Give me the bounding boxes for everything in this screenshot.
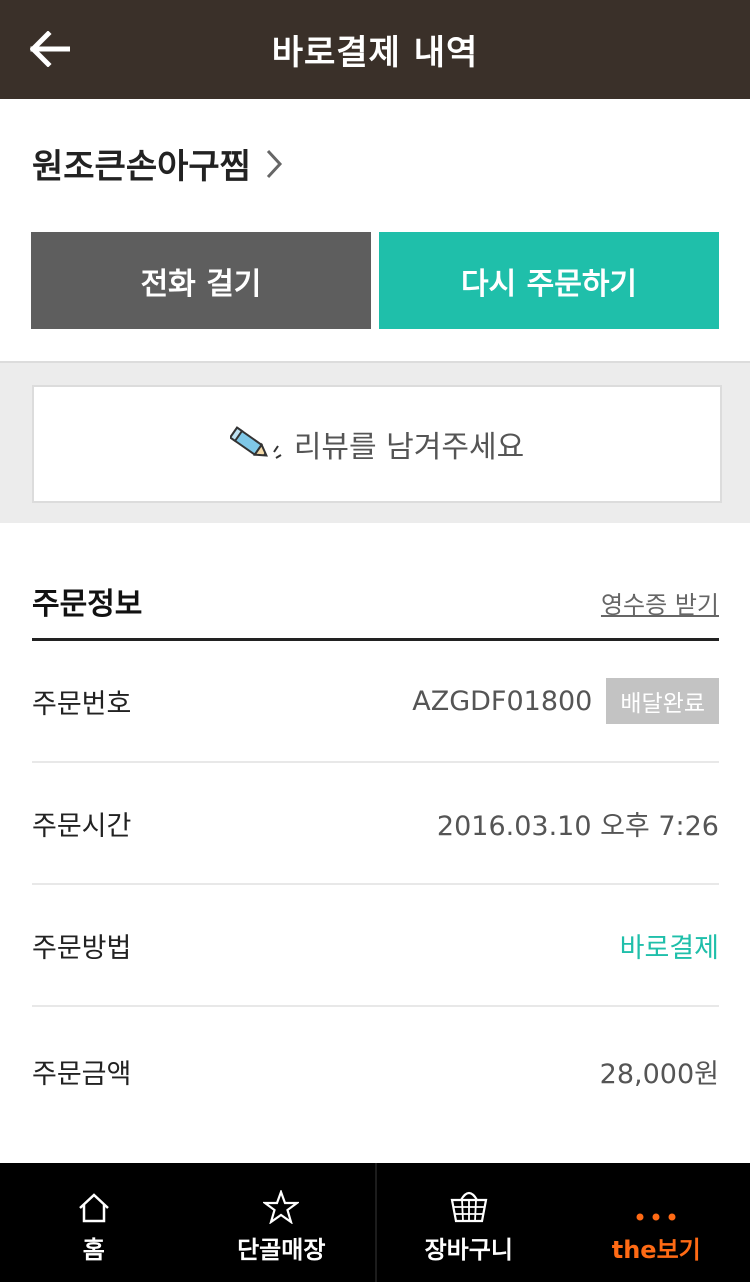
status-badge: 배달완료 xyxy=(606,678,719,724)
pencil-icon xyxy=(229,424,282,464)
nav-more[interactable]: the보기 xyxy=(563,1163,750,1282)
order-number-value-wrap: AZGDF01800 배달완료 xyxy=(412,678,719,724)
order-number-row: 주문번호 AZGDF01800 배달완료 xyxy=(32,641,719,763)
order-number-label: 주문번호 xyxy=(32,688,132,720)
order-number-value: AZGDF01800 xyxy=(412,685,593,717)
nav-favorites-label: 단골매장 xyxy=(237,1236,326,1264)
basket-icon xyxy=(449,1180,489,1224)
order-info-section: 주문정보 영수증 받기 주문번호 AZGDF01800 배달완료 주문시간 20… xyxy=(0,523,750,1163)
store-section: 원조큰손아구찜 전화 걸기 다시 주문하기 xyxy=(0,99,750,361)
receipt-link[interactable]: 영수증 받기 xyxy=(601,585,719,620)
review-section: 리뷰를 남겨주세요 xyxy=(0,361,750,523)
order-amount-label: 주문금액 xyxy=(32,1058,132,1090)
top-bar: 바로결제 내역 xyxy=(0,0,750,99)
order-amount-row: 주문금액 28,000원 xyxy=(32,1010,719,1132)
nav-home-label: 홈 xyxy=(82,1236,105,1264)
app-root: 바로결제 내역 원조큰손아구찜 전화 걸기 다시 주문하기 리뷰를 남겨주세요 … xyxy=(0,0,750,1282)
order-time-value: 2016.03.10 오후 7:26 xyxy=(436,810,719,842)
order-time-label: 주문시간 xyxy=(32,810,132,842)
star-icon xyxy=(263,1180,300,1224)
nav-favorites[interactable]: 단골매장 xyxy=(188,1163,376,1282)
bottom-nav: 홈 단골매장 장바구니 the보기 xyxy=(0,1163,750,1282)
arrow-left-icon xyxy=(30,31,70,67)
reorder-button[interactable]: 다시 주문하기 xyxy=(379,232,719,329)
store-name: 원조큰손아구찜 xyxy=(32,147,251,187)
order-info-title: 주문정보 xyxy=(32,587,143,622)
order-method-row: 주문방법 바로결제 xyxy=(32,885,719,1007)
store-link[interactable]: 원조큰손아구찜 xyxy=(32,139,283,188)
nav-more-label: the보기 xyxy=(611,1236,701,1264)
nav-divider xyxy=(375,1163,377,1282)
chevron-right-icon xyxy=(265,148,283,180)
order-info-header: 주문정보 영수증 받기 xyxy=(32,579,719,641)
nav-home[interactable]: 홈 xyxy=(0,1163,188,1282)
home-icon xyxy=(77,1180,111,1224)
more-dots-icon xyxy=(634,1180,678,1224)
call-button[interactable]: 전화 걸기 xyxy=(31,232,371,329)
page-title: 바로결제 내역 xyxy=(271,33,479,73)
order-method-value: 바로결제 xyxy=(619,932,719,964)
write-review-button[interactable]: 리뷰를 남겨주세요 xyxy=(32,385,722,503)
nav-cart[interactable]: 장바구니 xyxy=(375,1163,563,1282)
order-method-label: 주문방법 xyxy=(32,932,132,964)
back-button[interactable] xyxy=(28,27,72,71)
review-prompt: 리뷰를 남겨주세요 xyxy=(293,430,525,465)
order-time-row: 주문시간 2016.03.10 오후 7:26 xyxy=(32,763,719,885)
order-amount-value: 28,000원 xyxy=(599,1058,719,1090)
nav-cart-label: 장바구니 xyxy=(424,1236,513,1264)
